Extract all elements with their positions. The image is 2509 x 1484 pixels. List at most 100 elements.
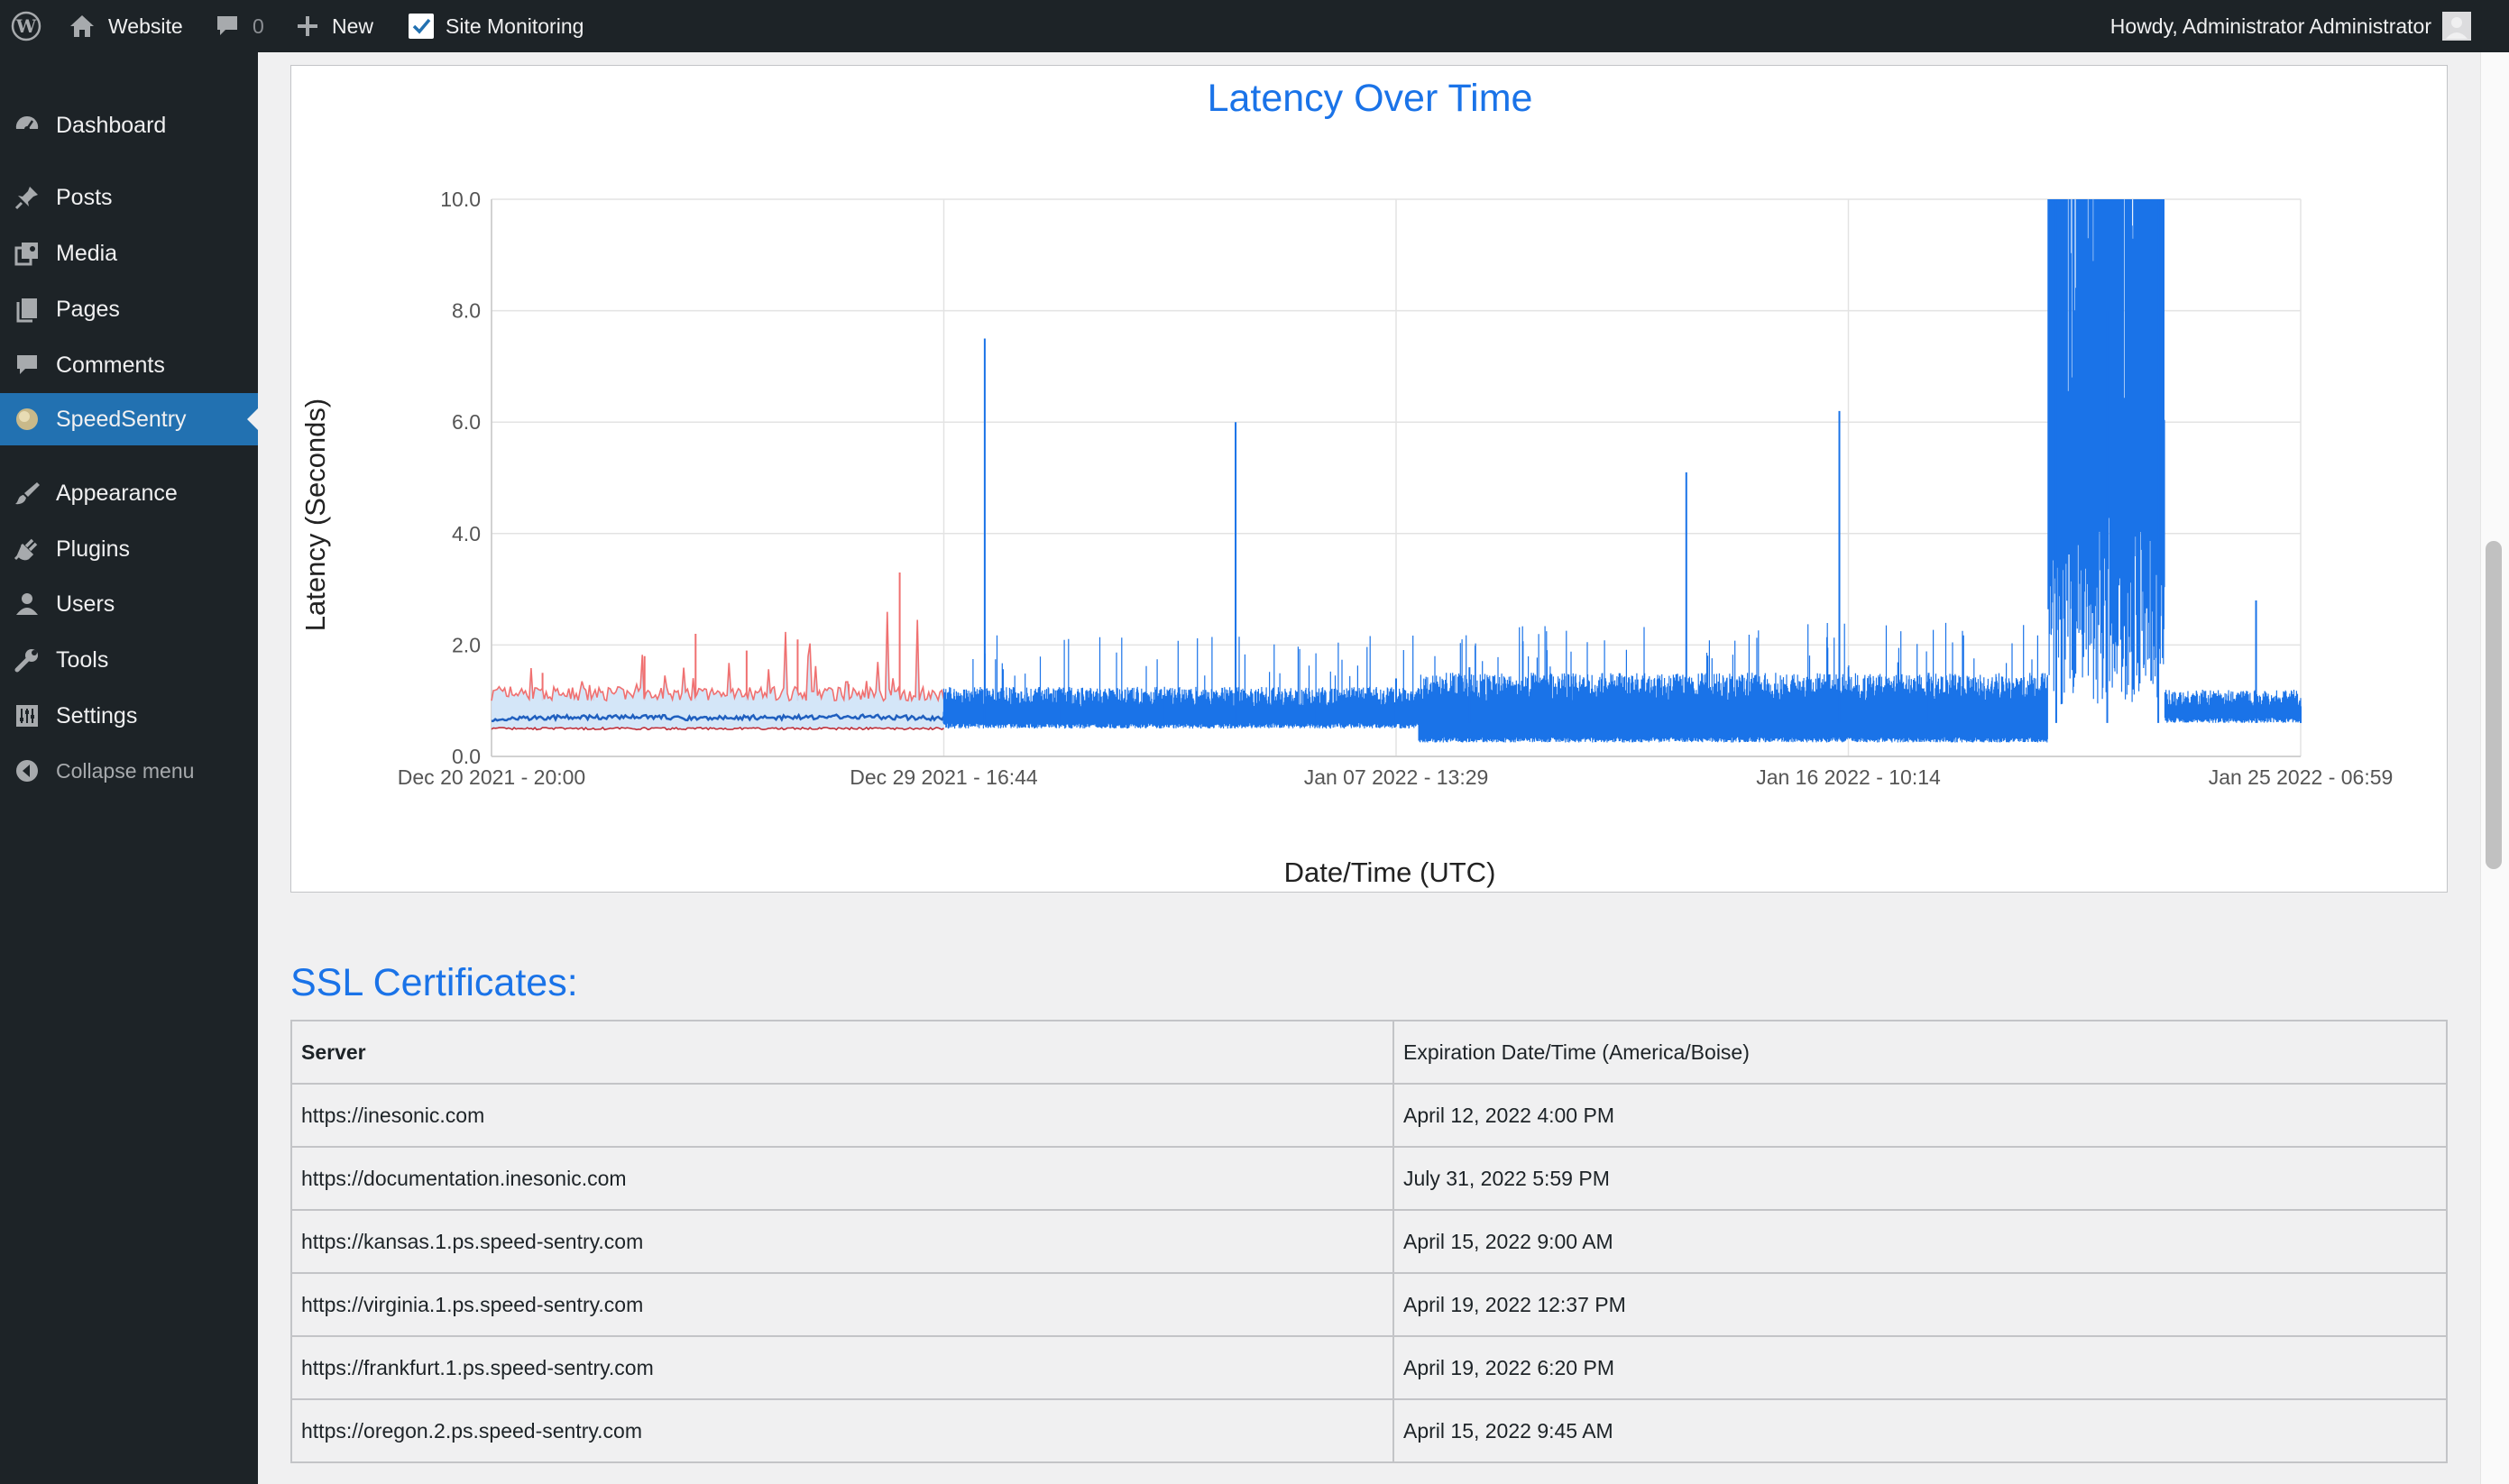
- home-icon: [69, 14, 96, 39]
- admin-bar: W Website 0 New Site Monitoring Howdy, A…: [0, 0, 2509, 52]
- svg-text:W: W: [15, 15, 37, 37]
- expiration-cell: April 12, 2022 4:00 PM: [1392, 1083, 2448, 1148]
- expiration-cell: April 15, 2022 9:45 AM: [1392, 1398, 2448, 1463]
- site-name-link[interactable]: Website: [69, 0, 183, 52]
- table-header-row: Server Expiration Date/Time (America/Boi…: [290, 1020, 2448, 1085]
- collapse-menu-button[interactable]: Collapse menu: [0, 745, 258, 797]
- server-cell: https://inesonic.com: [290, 1083, 1394, 1148]
- table-row: https://inesonic.com April 12, 2022 4:00…: [290, 1083, 2448, 1148]
- dashboard-icon: [13, 111, 41, 140]
- max-latency-line: [491, 611, 945, 703]
- chart-grid: [491, 198, 2302, 757]
- y-tick-label: 10.0: [440, 188, 481, 211]
- my-account-link[interactable]: Howdy, Administrator Administrator: [2110, 0, 2471, 52]
- page-scrollbar-thumb[interactable]: [2486, 541, 2502, 869]
- wrench-icon: [13, 646, 41, 674]
- sidebar-item-media[interactable]: Media: [0, 227, 258, 279]
- table-row: https://documentation.inesonic.com July …: [290, 1146, 2448, 1211]
- ssl-certificates-heading: SSL Certificates:: [290, 961, 578, 1004]
- wordpress-logo-icon[interactable]: W: [11, 0, 41, 52]
- table-row: https://frankfurt.1.ps.speed-sentry.com …: [290, 1335, 2448, 1400]
- sidebar-item-label: Appearance: [56, 480, 178, 506]
- admin-sidebar: Dashboard Posts Media Pages Comments Spe…: [0, 52, 258, 1484]
- sidebar-item-label: Media: [56, 240, 118, 266]
- speedsentry-icon: [13, 405, 41, 434]
- x-tick-label: Jan 16 2022 - 10:14: [1756, 765, 1941, 789]
- sidebar-item-label: Tools: [56, 646, 109, 673]
- x-axis-label: Date/Time (UTC): [1284, 857, 1496, 888]
- y-axis: 0.02.04.06.08.010.0: [440, 188, 481, 768]
- x-tick-label: Dec 29 2021 - 16:44: [850, 765, 1038, 789]
- server-cell: https://frankfurt.1.ps.speed-sentry.com: [290, 1335, 1394, 1400]
- x-tick-label: Jan 07 2022 - 13:29: [1304, 765, 1489, 789]
- server-cell: https://virginia.1.ps.speed-sentry.com: [290, 1272, 1394, 1337]
- comments-link[interactable]: 0: [215, 0, 264, 52]
- sidebar-item-posts[interactable]: Posts: [0, 171, 258, 224]
- sidebar-item-comments[interactable]: Comments: [0, 339, 258, 391]
- sidebar-item-pages[interactable]: Pages: [0, 283, 258, 335]
- plus-icon: [296, 14, 319, 38]
- sidebar-item-label: Comments: [56, 352, 165, 378]
- plug-icon: [13, 535, 41, 563]
- y-tick-label: 8.0: [452, 299, 481, 323]
- sidebar-item-tools[interactable]: Tools: [0, 634, 258, 686]
- expiration-cell: April 19, 2022 12:37 PM: [1392, 1272, 2448, 1337]
- chart-title: Latency Over Time: [1208, 77, 1533, 120]
- sidebar-item-speedsentry[interactable]: SpeedSentry: [0, 393, 258, 445]
- settings-icon: [13, 701, 41, 730]
- latency-chart[interactable]: Latency Over Time 0.02.04.06.08.010.0 De…: [291, 66, 2447, 892]
- sidebar-item-label: Settings: [56, 702, 138, 728]
- greeting-text: Howdy, Administrator Administrator: [2109, 14, 2431, 38]
- latency-range-band: [492, 611, 944, 730]
- column-header-server: Server: [290, 1020, 1394, 1085]
- server-cell: https://documentation.inesonic.com: [290, 1146, 1394, 1211]
- comment-bubble-icon: [215, 14, 240, 39]
- expiration-cell: April 15, 2022 9:00 AM: [1392, 1209, 2448, 1274]
- site-monitoring-label: Site Monitoring: [446, 14, 584, 38]
- sidebar-item-plugins[interactable]: Plugins: [0, 523, 258, 575]
- comment-icon: [13, 351, 41, 380]
- x-tick-label: Jan 25 2022 - 06:59: [2209, 765, 2394, 789]
- media-icon: [13, 239, 41, 268]
- pin-icon: [13, 183, 41, 212]
- collapse-menu-label: Collapse menu: [56, 758, 195, 783]
- sidebar-item-users[interactable]: Users: [0, 578, 258, 630]
- sidebar-item-appearance[interactable]: Appearance: [0, 467, 258, 519]
- y-axis-label: Latency (Seconds): [299, 398, 331, 631]
- latency-chart-card: Latency Over Time 0.0 2.0 4.0 6.0 8.0 10.0 De…: [290, 65, 2448, 893]
- sidebar-item-settings[interactable]: Settings: [0, 690, 258, 742]
- expiration-cell: July 31, 2022 5:59 PM: [1392, 1146, 2448, 1211]
- site-name: Website: [108, 14, 183, 38]
- ssl-certificates-table: Server Expiration Date/Time (America/Boi…: [290, 1020, 2448, 1463]
- server-cell: https://kansas.1.ps.speed-sentry.com: [290, 1209, 1394, 1274]
- sidebar-item-label: SpeedSentry: [56, 406, 187, 432]
- user-icon: [13, 590, 41, 618]
- y-tick-label: 2.0: [452, 633, 481, 656]
- table-row: https://virginia.1.ps.speed-sentry.com A…: [290, 1272, 2448, 1337]
- avatar: [2442, 12, 2471, 41]
- sidebar-item-label: Users: [56, 591, 115, 617]
- sidebar-item-label: Posts: [56, 184, 113, 210]
- column-header-expiration: Expiration Date/Time (America/Boise): [1392, 1020, 2448, 1085]
- checkbox-checked-icon: [408, 13, 435, 40]
- server-cell: https://oregon.2.ps.speed-sentry.com: [290, 1398, 1394, 1463]
- table-row: https://kansas.1.ps.speed-sentry.com Apr…: [290, 1209, 2448, 1274]
- sidebar-item-label: Plugins: [56, 536, 130, 562]
- sidebar-item-label: Pages: [56, 296, 120, 322]
- brush-icon: [13, 479, 41, 508]
- y-tick-label: 4.0: [452, 522, 481, 545]
- site-monitoring-link[interactable]: Site Monitoring: [408, 0, 584, 52]
- sidebar-item-label: Dashboard: [56, 112, 167, 138]
- pages-icon: [13, 295, 41, 324]
- sidebar-item-dashboard[interactable]: Dashboard: [0, 99, 258, 151]
- new-label: New: [332, 14, 374, 38]
- collapse-arrow-icon: [13, 756, 41, 785]
- x-tick-label: Dec 20 2021 - 20:00: [398, 765, 585, 789]
- comments-count: 0: [253, 14, 264, 38]
- x-axis: Dec 20 2021 - 20:00 Dec 29 2021 - 16:44 Ja…: [398, 765, 2394, 789]
- expiration-cell: April 19, 2022 6:20 PM: [1392, 1335, 2448, 1400]
- table-row: https://oregon.2.ps.speed-sentry.com Apr…: [290, 1398, 2448, 1463]
- latency-trace: [942, 199, 2302, 743]
- new-content-link[interactable]: New: [296, 0, 373, 52]
- y-tick-label: 6.0: [452, 410, 481, 434]
